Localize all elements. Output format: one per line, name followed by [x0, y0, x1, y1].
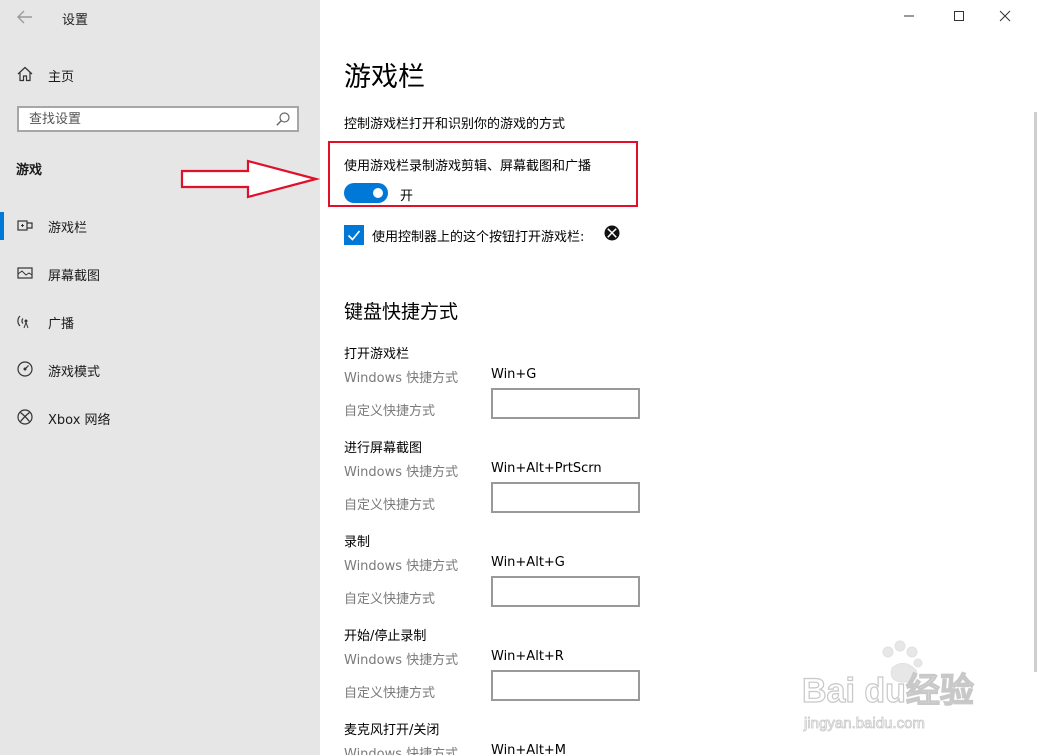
custom-shortcut-label: 自定义快捷方式	[344, 592, 436, 607]
watermark-brand: Bai du经验	[802, 671, 974, 710]
toggle-knob	[373, 188, 383, 198]
sidebar: 设置 主页 游戏 游戏栏 屏幕截图	[0, 0, 320, 755]
captures-icon	[17, 267, 33, 279]
home-icon	[17, 66, 33, 82]
sidebar-item-label: 广播	[48, 317, 75, 332]
search-box[interactable]	[17, 106, 299, 132]
window-controls	[867, 0, 1047, 34]
game-bar-toggle[interactable]	[344, 183, 388, 203]
annotation-arrow-icon	[180, 159, 320, 199]
page-title: 游戏栏	[344, 62, 425, 93]
toggle-caption: 使用游戏栏录制游戏剪辑、屏幕截图和广播	[344, 159, 592, 174]
close-icon[interactable]	[995, 6, 1015, 26]
sidebar-item-label: 游戏模式	[48, 365, 101, 380]
section-header: 游戏	[16, 163, 43, 178]
shortcut-group: 录制 Windows 快捷方式 Win+Alt+G 自定义快捷方式	[344, 531, 664, 625]
sidebar-item-label: 屏幕截图	[48, 269, 101, 284]
windows-shortcut-value: Win+Alt+PrtScrn	[491, 461, 602, 476]
sidebar-item-captures[interactable]: 屏幕截图	[0, 254, 320, 294]
xbox-icon	[604, 225, 620, 241]
broadcast-icon	[17, 315, 29, 329]
keyboard-shortcuts-title: 键盘快捷方式	[344, 301, 459, 323]
custom-shortcut-label: 自定义快捷方式	[344, 498, 436, 513]
sidebar-item-game-mode[interactable]: 游戏模式	[0, 350, 320, 390]
custom-shortcut-input[interactable]	[491, 482, 640, 513]
app-title: 设置	[62, 13, 89, 28]
shortcut-name: 进行屏幕截图	[344, 441, 423, 456]
custom-shortcut-input[interactable]	[491, 576, 640, 607]
sidebar-item-label: 主页	[48, 70, 75, 85]
sidebar-item-game-bar[interactable]: 游戏栏	[0, 206, 320, 246]
active-indicator	[0, 212, 4, 240]
sidebar-item-xbox-network[interactable]: Xbox 网络	[0, 398, 320, 438]
game-mode-icon	[17, 361, 33, 377]
shortcut-group: 打开游戏栏 Windows 快捷方式 Win+G 自定义快捷方式	[344, 343, 664, 437]
custom-shortcut-input[interactable]	[491, 388, 640, 419]
titlebar-left: 设置	[0, 0, 320, 34]
back-button[interactable]	[14, 7, 36, 27]
xbox-icon	[17, 409, 33, 425]
back-arrow-icon	[17, 10, 32, 24]
windows-shortcut-label: Windows 快捷方式	[344, 465, 459, 480]
windows-shortcut-value: Win+Alt+R	[491, 649, 564, 664]
page-description: 控制游戏栏打开和识别你的游戏的方式	[344, 117, 566, 132]
shortcut-group: 开始/停止录制 Windows 快捷方式 Win+Alt+R 自定义快捷方式	[344, 625, 664, 719]
search-input[interactable]	[19, 108, 279, 130]
windows-shortcut-label: Windows 快捷方式	[344, 371, 459, 386]
sidebar-item-label: Xbox 网络	[48, 413, 111, 428]
windows-shortcut-value: Win+Alt+M	[491, 743, 567, 755]
watermark-url: jingyan.baidu.com	[803, 715, 925, 732]
toggle-state-label: 开	[400, 189, 414, 204]
sidebar-item-broadcast[interactable]: 广播	[0, 302, 320, 342]
windows-shortcut-label: Windows 快捷方式	[344, 559, 459, 574]
baidu-watermark-logo: Bai du经验 jingyan.baidu.com	[801, 640, 975, 732]
controller-button-checkbox[interactable]	[344, 225, 364, 245]
shortcut-group: 麦克风打开/关闭 Windows 快捷方式 Win+Alt+M	[344, 719, 664, 755]
custom-shortcut-label: 自定义快捷方式	[344, 686, 436, 701]
shortcut-name: 麦克风打开/关闭	[344, 723, 440, 738]
shortcut-name: 开始/停止录制	[344, 629, 427, 644]
windows-shortcut-value: Win+G	[491, 367, 537, 382]
windows-shortcut-value: Win+Alt+G	[491, 555, 565, 570]
maximize-icon[interactable]	[949, 6, 969, 26]
checkbox-label: 使用控制器上的这个按钮打开游戏栏:	[372, 230, 585, 245]
custom-shortcut-input[interactable]	[491, 670, 640, 701]
search-icon[interactable]	[275, 111, 291, 127]
shortcut-group: 进行屏幕截图 Windows 快捷方式 Win+Alt+PrtScrn 自定义快…	[344, 437, 664, 531]
shortcut-name: 打开游戏栏	[344, 347, 410, 362]
windows-shortcut-label: Windows 快捷方式	[344, 653, 459, 668]
sidebar-item-label: 游戏栏	[48, 221, 88, 236]
windows-shortcut-label: Windows 快捷方式	[344, 747, 459, 755]
game-bar-icon	[17, 220, 33, 231]
sidebar-item-home[interactable]: 主页	[0, 58, 320, 90]
checkmark-icon	[347, 230, 361, 241]
scrollbar[interactable]	[1034, 112, 1037, 672]
minimize-icon[interactable]	[899, 6, 919, 26]
custom-shortcut-label: 自定义快捷方式	[344, 404, 436, 419]
shortcut-name: 录制	[344, 535, 371, 550]
